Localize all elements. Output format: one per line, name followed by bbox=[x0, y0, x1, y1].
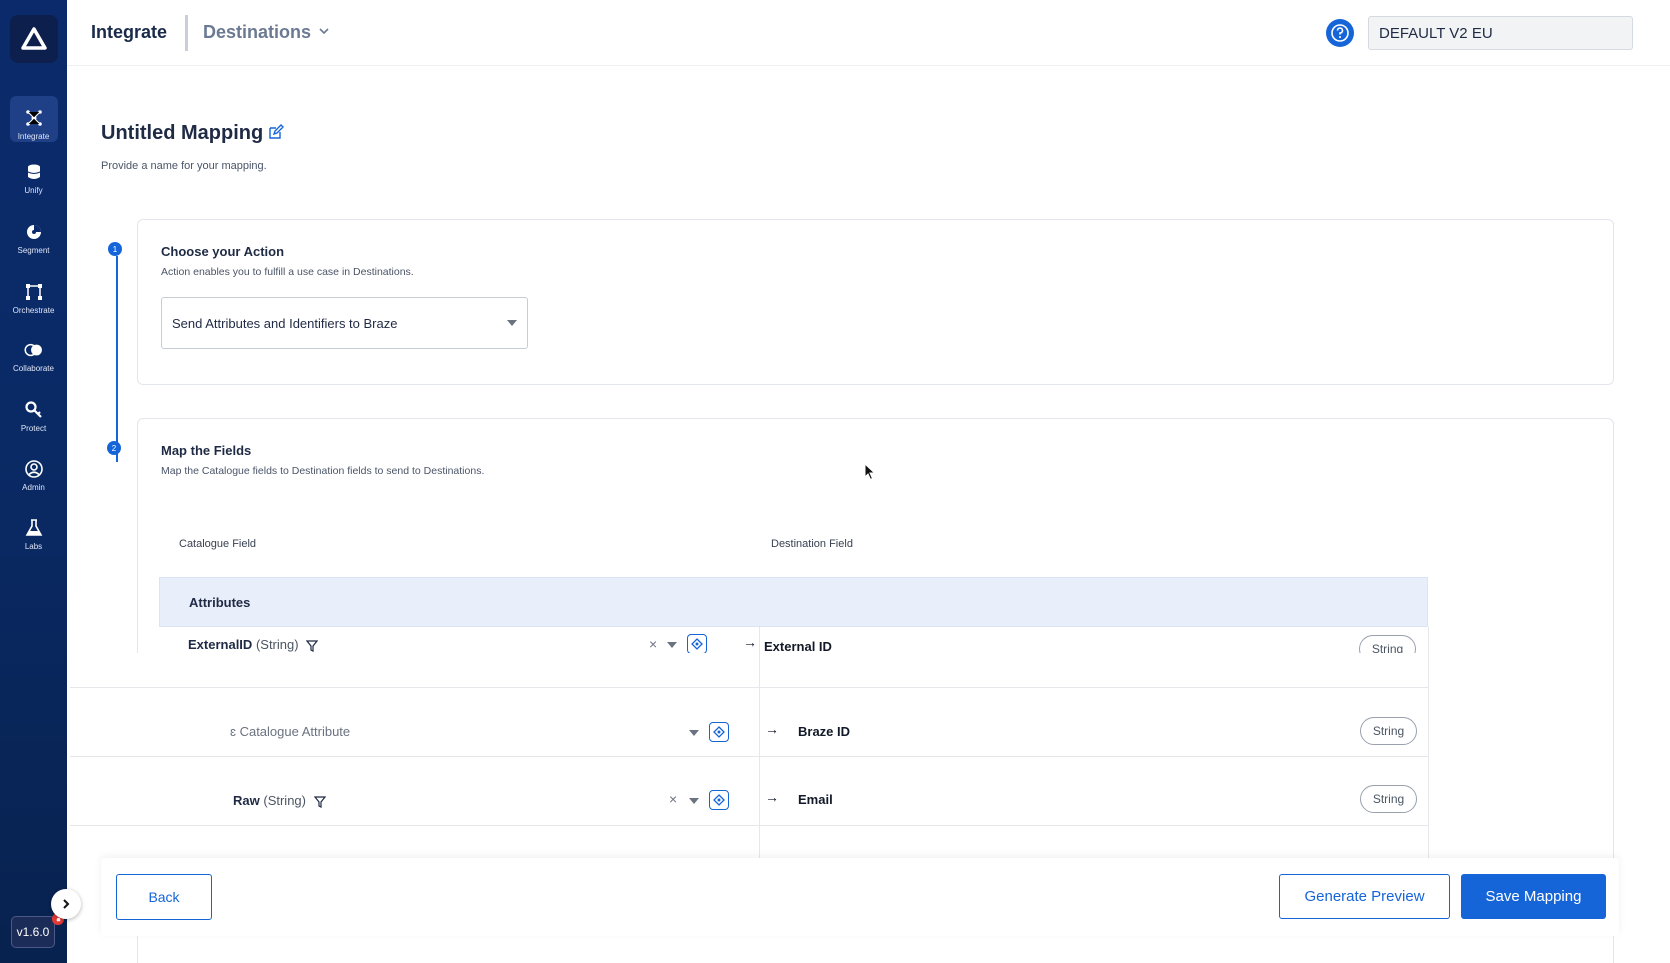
mouse-cursor-icon bbox=[864, 463, 876, 481]
sidebar-item-label: Unify bbox=[24, 185, 43, 195]
action-select[interactable]: Send Attributes and Identifiers to Braze bbox=[161, 297, 528, 349]
chevron-down-icon[interactable] bbox=[318, 26, 330, 36]
footer-action-bar: Back Generate Preview Save Mapping bbox=[101, 858, 1619, 936]
page-title: Untitled Mapping bbox=[101, 122, 264, 144]
chevron-right-icon bbox=[63, 899, 70, 909]
sidebar-item-integrate[interactable]: Integrate bbox=[0, 96, 67, 152]
generate-preview-button[interactable]: Generate Preview bbox=[1279, 874, 1450, 919]
catalogue-field[interactable]: Raw (String) bbox=[233, 793, 326, 808]
version-badge: v1.6.0 bbox=[11, 916, 55, 948]
save-mapping-button[interactable]: Save Mapping bbox=[1461, 874, 1606, 919]
target-icon bbox=[713, 794, 725, 806]
orchestrate-icon bbox=[25, 283, 42, 300]
arrow-right-icon: → bbox=[765, 721, 779, 737]
help-icon bbox=[1331, 24, 1349, 42]
breadcrumb-divider bbox=[185, 15, 188, 51]
type-badge: String bbox=[1360, 785, 1417, 813]
app-logo[interactable] bbox=[10, 15, 58, 63]
sidebar-item-orchestrate[interactable]: Orchestrate bbox=[0, 270, 67, 326]
environment-select[interactable]: DEFAULT V2 EU bbox=[1368, 16, 1633, 50]
sidebar-item-label: Admin bbox=[22, 482, 45, 492]
group-header-attributes: Attributes bbox=[159, 577, 1428, 627]
type-badge: String bbox=[1360, 717, 1417, 745]
sidebar-item-segment[interactable]: Segment bbox=[0, 210, 67, 266]
sidebar-item-protect[interactable]: Protect bbox=[0, 388, 67, 444]
row-divider bbox=[70, 756, 1428, 757]
sidebar: Integrate Unify Segment Orchestrate Coll… bbox=[0, 0, 67, 963]
sidebar-item-label: Collaborate bbox=[13, 363, 54, 373]
database-icon bbox=[27, 164, 40, 179]
back-button[interactable]: Back bbox=[116, 874, 212, 920]
sidebar-item-admin[interactable]: Admin bbox=[0, 447, 67, 503]
top-bar: Integrate Destinations DEFAULT V2 EU bbox=[67, 0, 1670, 66]
card-title: Map the Fields bbox=[161, 443, 252, 458]
row-divider bbox=[70, 687, 1428, 688]
sidebar-item-labs[interactable]: Labs bbox=[0, 506, 67, 562]
integrate-icon bbox=[25, 109, 42, 126]
row-divider bbox=[70, 825, 1428, 826]
sidebar-item-unify[interactable]: Unify bbox=[0, 150, 67, 206]
collaborate-icon bbox=[24, 343, 42, 356]
logo-icon bbox=[21, 27, 47, 50]
arrow-right-icon: → bbox=[765, 789, 779, 805]
action-select-value: Send Attributes and Identifiers to Braze bbox=[172, 315, 398, 331]
target-button[interactable] bbox=[709, 790, 729, 810]
target-icon bbox=[713, 726, 725, 738]
destination-field: Braze ID bbox=[798, 724, 851, 739]
protect-icon bbox=[24, 400, 42, 418]
clear-icon[interactable]: × bbox=[669, 791, 677, 807]
sidebar-item-label: Segment bbox=[17, 245, 50, 255]
segment-icon bbox=[26, 224, 41, 239]
destination-field: Email bbox=[798, 792, 833, 807]
breadcrumb-section[interactable]: Integrate bbox=[91, 22, 167, 43]
edit-icon[interactable] bbox=[268, 124, 284, 140]
choose-action-card: Choose your Action Action enables you to… bbox=[137, 219, 1614, 385]
column-header-catalogue: Catalogue Field bbox=[179, 538, 257, 550]
help-button[interactable] bbox=[1326, 19, 1354, 47]
sidebar-item-collaborate[interactable]: Collaborate bbox=[0, 328, 67, 384]
caret-down-icon[interactable] bbox=[689, 730, 699, 736]
sidebar-item-label: Integrate bbox=[17, 131, 50, 141]
table-right-border bbox=[1428, 627, 1429, 858]
target-button[interactable] bbox=[709, 722, 729, 742]
table-row-divider bbox=[159, 627, 1428, 676]
caret-down-icon[interactable] bbox=[689, 798, 699, 804]
labs-icon bbox=[25, 518, 42, 536]
step-number: 1 bbox=[108, 242, 122, 256]
column-divider bbox=[759, 627, 760, 858]
sidebar-item-label: Protect bbox=[20, 423, 47, 433]
filter-icon[interactable] bbox=[313, 795, 326, 808]
catalogue-attribute-placeholder[interactable]: ɛ Catalogue Attribute bbox=[230, 724, 350, 739]
card-description: Map the Catalogue fields to Destination … bbox=[161, 465, 485, 477]
breadcrumb-destinations[interactable]: Destinations bbox=[203, 22, 311, 43]
caret-down-icon bbox=[507, 320, 517, 326]
card-title: Choose your Action bbox=[161, 244, 285, 259]
admin-icon bbox=[24, 459, 43, 478]
page-subtitle: Provide a name for your mapping. bbox=[101, 160, 267, 172]
sidebar-item-label: Labs bbox=[24, 541, 43, 551]
card-description: Action enables you to fulfill a use case… bbox=[161, 266, 414, 278]
catalogue-field-name: Raw bbox=[233, 793, 260, 808]
catalogue-field-type: (String) bbox=[263, 793, 306, 808]
step-connector bbox=[116, 256, 118, 462]
column-header-destination: Destination Field bbox=[771, 538, 853, 550]
expand-sidebar-button[interactable] bbox=[51, 889, 81, 919]
sidebar-item-label: Orchestrate bbox=[12, 305, 55, 315]
step-number: 2 bbox=[107, 441, 121, 455]
